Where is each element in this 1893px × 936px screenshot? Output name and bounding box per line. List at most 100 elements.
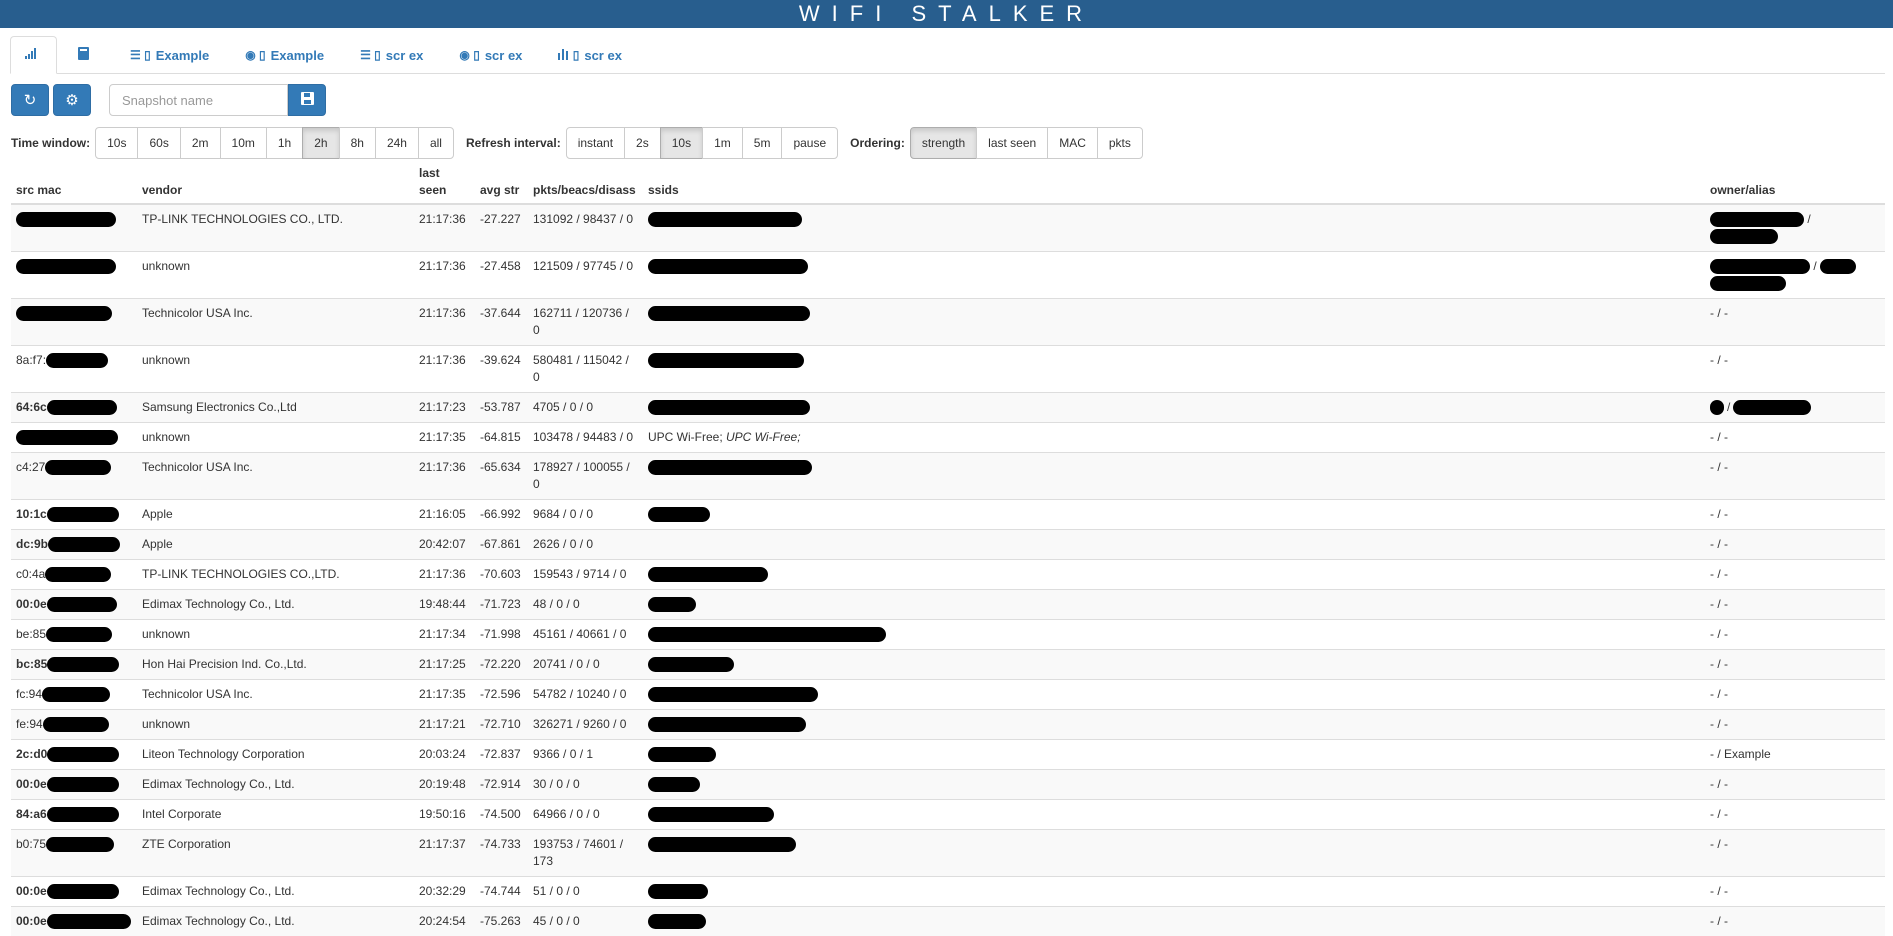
time-window-option[interactable]: 2h [302, 127, 339, 159]
redacted-owner [1710, 259, 1810, 274]
table-row[interactable]: unknown21:17:35-64.815103478 / 94483 / 0… [11, 423, 1885, 453]
table-row[interactable]: fc:94Technicolor USA Inc.21:17:35-72.596… [11, 680, 1885, 710]
table-row[interactable]: dc:9bApple20:42:07-67.8612626 / 0 / 0- /… [11, 530, 1885, 560]
tab-example-list[interactable]: ☰ ▯Example [115, 37, 224, 73]
refresh-interval-option[interactable]: 10s [660, 127, 703, 159]
cell-last-seen: 20:42:07 [414, 530, 475, 560]
table-row[interactable]: 10:1cApple21:16:05-66.9929684 / 0 / 0- /… [11, 500, 1885, 530]
cell-ssids [643, 500, 1705, 530]
cell-ssids [643, 393, 1705, 423]
refresh-interval-option[interactable]: 2s [624, 127, 661, 159]
table-row[interactable]: 84:a6Intel Corporate19:50:16-74.50064966… [11, 800, 1885, 830]
cell-pkts: 580481 / 115042 / 0 [528, 346, 643, 393]
table-row[interactable]: 00:0eEdimax Technology Co., Ltd.19:48:44… [11, 590, 1885, 620]
table-row[interactable]: Technicolor USA Inc.21:17:36-37.64416271… [11, 299, 1885, 346]
time-window-option[interactable]: 10m [220, 127, 267, 159]
ssid-text-hidden: UPC Wi-Free; [726, 430, 801, 444]
cell-avg-str: -64.815 [475, 423, 528, 453]
cell-ssids: UPC Wi-Free; UPC Wi-Free; [643, 423, 1705, 453]
cell-last-seen: 21:17:25 [414, 650, 475, 680]
table-row[interactable]: bc:85Hon Hai Precision Ind. Co.,Ltd.21:1… [11, 650, 1885, 680]
table-row[interactable]: TP-LINK TECHNOLOGIES CO., LTD.21:17:36-2… [11, 204, 1885, 252]
cell-avg-str: -71.723 [475, 590, 528, 620]
tab-book[interactable] [63, 37, 109, 73]
time-window-option[interactable]: 2m [180, 127, 221, 159]
snapshot-name-input[interactable] [109, 84, 288, 116]
filters-bar: Time window: 10s60s2m10m1h2h8h24hall Ref… [11, 127, 1155, 159]
devices-table-body: TP-LINK TECHNOLOGIES CO., LTD.21:17:36-2… [11, 204, 1885, 936]
refresh-interval-option[interactable]: pause [781, 127, 838, 159]
col-owner-alias[interactable]: owner/alias [1705, 165, 1885, 204]
tab-example-eye[interactable]: ◉ ▯Example [230, 37, 339, 73]
redacted-mac [46, 837, 114, 852]
redacted-ssid [648, 627, 886, 642]
refresh-icon: ↻ [24, 91, 37, 109]
redacted-ssid [648, 212, 802, 227]
table-row[interactable]: 00:0eEdimax Technology Co., Ltd.20:24:54… [11, 907, 1885, 936]
col-ssids[interactable]: ssids [643, 165, 1705, 204]
table-row[interactable]: b0:75ZTE Corporation21:17:37-74.73319375… [11, 830, 1885, 877]
refresh-interval-option[interactable]: 5m [742, 127, 783, 159]
redacted-ssid [648, 657, 734, 672]
col-vendor[interactable]: vendor [137, 165, 414, 204]
cell-vendor: Technicolor USA Inc. [137, 299, 414, 346]
ordering-option[interactable]: last seen [976, 127, 1048, 159]
ordering-option[interactable]: strength [910, 127, 977, 159]
col-last-seen[interactable]: last seen [414, 165, 475, 204]
cell-avg-str: -72.596 [475, 680, 528, 710]
redacted-mac [42, 687, 110, 702]
time-window-option[interactable]: 10s [95, 127, 138, 159]
cell-avg-str: -53.787 [475, 393, 528, 423]
cell-ssids [643, 346, 1705, 393]
ordering-option[interactable]: pkts [1097, 127, 1143, 159]
table-row[interactable]: fe:94unknown21:17:21-72.710326271 / 9260… [11, 710, 1885, 740]
time-window-option[interactable]: all [418, 127, 454, 159]
cell-last-seen: 21:17:36 [414, 299, 475, 346]
time-window-option[interactable]: 60s [137, 127, 180, 159]
cell-owner-alias: - / - [1705, 423, 1885, 453]
time-window-option[interactable]: 8h [339, 127, 376, 159]
cell-pkts: 4705 / 0 / 0 [528, 393, 643, 423]
cell-ssids [643, 907, 1705, 936]
table-row[interactable]: 00:0eEdimax Technology Co., Ltd.20:32:29… [11, 877, 1885, 907]
ordering-label: Ordering: [850, 136, 905, 150]
cell-src-mac [11, 423, 137, 453]
devices-table: src mac vendor last seen avg str pkts/be… [11, 165, 1885, 936]
redacted-mac [47, 507, 119, 522]
cell-avg-str: -72.837 [475, 740, 528, 770]
table-row[interactable]: 00:0eEdimax Technology Co., Ltd.20:19:48… [11, 770, 1885, 800]
col-src-mac[interactable]: src mac [11, 165, 137, 204]
table-row[interactable]: unknown21:17:36-27.458121509 / 97745 / 0… [11, 252, 1885, 299]
cell-ssids [643, 830, 1705, 877]
tab-screx-eye[interactable]: ◉ ▯scr ex [444, 37, 537, 73]
tab-screx-list[interactable]: ☰ ▯scr ex [345, 37, 438, 73]
time-window-option[interactable]: 24h [375, 127, 419, 159]
time-window-option[interactable]: 1h [266, 127, 303, 159]
cell-src-mac: 00:0e [11, 907, 137, 936]
table-row[interactable]: c0:4aTP-LINK TECHNOLOGIES CO.,LTD.21:17:… [11, 560, 1885, 590]
cell-ssids [643, 680, 1705, 710]
cell-ssids [643, 530, 1705, 560]
refresh-interval-option[interactable]: instant [566, 127, 625, 159]
cell-owner-alias: - / - [1705, 877, 1885, 907]
cell-vendor: unknown [137, 346, 414, 393]
table-row[interactable]: be:85unknown21:17:34-71.99845161 / 40661… [11, 620, 1885, 650]
tab-label: Example [156, 48, 209, 63]
cell-pkts: 9684 / 0 / 0 [528, 500, 643, 530]
table-row[interactable]: 2c:d0Liteon Technology Corporation20:03:… [11, 740, 1885, 770]
table-row[interactable]: c4:27Technicolor USA Inc.21:17:36-65.634… [11, 453, 1885, 500]
table-row[interactable]: 8a:f7:unknown21:17:36-39.624580481 / 115… [11, 346, 1885, 393]
tab-signal[interactable] [10, 36, 57, 74]
cell-owner-alias: - / - [1705, 530, 1885, 560]
refresh-button[interactable]: ↻ [11, 84, 49, 116]
col-pkts[interactable]: pkts/beacs/disass [528, 165, 643, 204]
settings-button[interactable]: ⚙ [53, 84, 91, 116]
col-avg-str[interactable]: avg str [475, 165, 528, 204]
refresh-interval-option[interactable]: 1m [702, 127, 743, 159]
redacted-owner [1710, 212, 1804, 227]
tab-screx-bars[interactable]: ▯scr ex [543, 37, 637, 73]
table-row[interactable]: 64:6cSamsung Electronics Co.,Ltd21:17:23… [11, 393, 1885, 423]
redacted-ssid [648, 507, 710, 522]
ordering-option[interactable]: MAC [1047, 127, 1098, 159]
save-snapshot-button[interactable] [288, 84, 326, 116]
